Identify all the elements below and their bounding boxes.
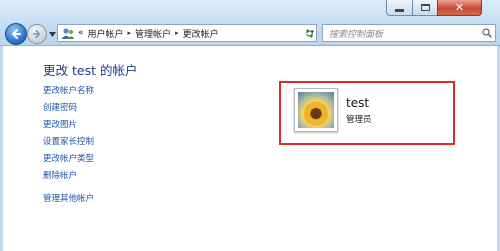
user-accounts-icon [61, 28, 75, 39]
manage-other-accounts-link[interactable]: 管理其他帐户 [43, 192, 94, 204]
refresh-icon [305, 28, 313, 38]
delete-account-link[interactable]: 删除帐户 [43, 169, 77, 181]
search-placeholder: 搜索控制面板 [329, 29, 384, 40]
breadcrumb-user-accounts[interactable]: 用户帐户 [88, 27, 124, 40]
window-left-border [0, 46, 3, 251]
back-button[interactable] [5, 23, 27, 45]
create-password-link[interactable]: 创建密码 [43, 101, 77, 113]
change-account-type-link[interactable]: 更改帐户类型 [43, 152, 94, 164]
avatar [294, 88, 338, 132]
search-input[interactable]: 搜索控制面板 [322, 24, 496, 42]
maximize-button[interactable] [412, 0, 438, 16]
search-icon [482, 28, 492, 38]
address-bar[interactable]: « 用户帐户 ▸ 管理帐户 ▸ 更改帐户 ▾ [57, 24, 317, 42]
back-arrow-icon [12, 29, 21, 39]
account-role: 管理员 [346, 115, 372, 125]
address-overflow[interactable]: « [78, 28, 84, 38]
change-account-name-link[interactable]: 更改帐户名称 [43, 84, 94, 96]
close-icon: ✕ [454, 1, 465, 14]
minimize-button[interactable] [386, 0, 413, 16]
refresh-button[interactable] [300, 24, 318, 42]
breadcrumb-change-account[interactable]: 更改帐户 [183, 27, 219, 40]
parental-controls-link[interactable]: 设置家长控制 [43, 135, 94, 147]
close-button[interactable]: ✕ [437, 0, 482, 16]
breadcrumb-separator[interactable]: ▸ [128, 29, 132, 37]
forward-button[interactable] [27, 24, 47, 44]
recent-pages-button[interactable] [48, 29, 56, 39]
account-name: test [346, 96, 370, 110]
maximize-icon [420, 4, 430, 11]
chevron-down-icon [48, 31, 56, 37]
forward-arrow-icon [32, 29, 41, 39]
breadcrumb-separator[interactable]: ▸ [175, 29, 179, 37]
change-picture-link[interactable]: 更改图片 [43, 118, 77, 130]
page-title: 更改 test 的帐户 [43, 63, 138, 78]
search-button[interactable] [479, 25, 495, 41]
flower-avatar-icon [298, 92, 334, 128]
minimize-icon [395, 8, 404, 12]
breadcrumb-manage-accounts[interactable]: 管理帐户 [135, 27, 171, 40]
